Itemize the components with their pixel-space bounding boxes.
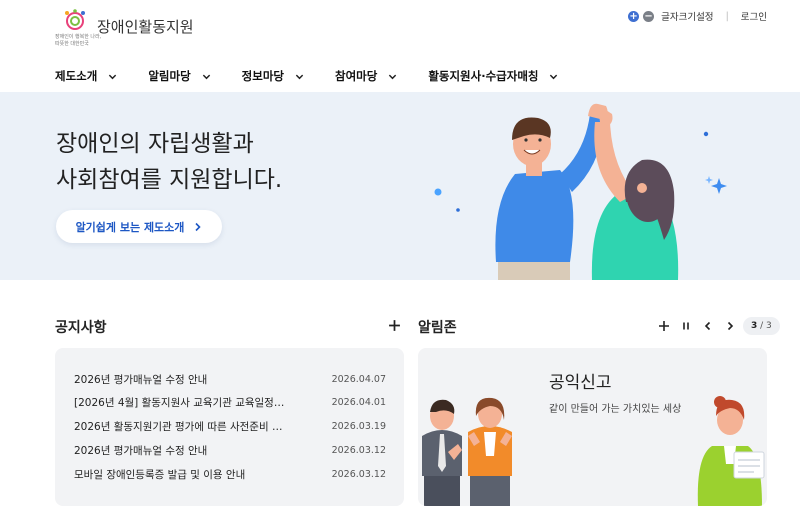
slide-pager: 3 / 3 [743,317,780,335]
prev-slide-button[interactable] [699,317,717,335]
pause-icon [683,322,689,330]
notice-list: 2026년 평가매뉴얼 수정 안내 2026.04.07 [2026년 4월] … [55,348,404,506]
chevron-down-icon [550,74,558,79]
chevron-down-icon [109,74,117,79]
hero-title: 장애인의 자립생활과 사회참여를 지원합니다. [56,126,376,198]
logo-slogan-line1: 장애인이 행복한 나라, [55,34,102,40]
hero-title-line2: 사회참여를 지원합니다. [56,167,283,193]
nav-item-intro[interactable]: 제도소개 [55,63,117,89]
next-slide-button[interactable] [721,317,739,335]
notice-item-date: 2026.04.07 [331,373,386,385]
notice-item-title: [2026년 4월] 활동지원사 교육기관 교육일정… [74,396,285,409]
logo-slogan-line2: 따뜻한 대한민국 [55,41,89,47]
chevron-down-icon [202,74,210,79]
font-decrease-button[interactable]: − [643,10,655,22]
pager-total: 3 [766,321,772,331]
notice-item[interactable]: [2026년 4월] 활동지원사 교육기관 교육일정… 2026.04.01 [74,394,386,410]
alert-zone-controls: 3 / 3 [655,317,780,335]
nav-item-matching[interactable]: 활동지원사·수급자매칭 [428,63,558,89]
nav-item-label: 알림마당 [148,69,191,83]
alert-more-button[interactable] [655,317,673,335]
nav-item-label: 정보마당 [241,69,284,83]
presenter-illustration [697,396,765,506]
alert-card-description: 같이 만들어 가는 가치있는 세상 [549,404,682,415]
alert-card-title: 공익신고 [549,373,612,393]
font-size-label: 글자크기설정 [661,12,714,23]
notice-item-date: 2026.03.12 [331,468,386,480]
high-five-illustration [434,103,727,280]
nav-item-label: 제도소개 [55,69,98,83]
alert-zone-title: 알림존 [418,320,457,336]
logo-mark-icon [65,9,85,30]
notice-item[interactable]: 2026년 평가매뉴얼 수정 안내 2026.04.07 [74,371,386,387]
notice-item-date: 2026.03.19 [331,420,386,432]
logo-text: 장애인활동지원 [97,18,194,36]
notice-item-title: 모바일 장애인등록증 발급 및 이용 안내 [74,468,246,481]
intro-guide-button-label: 알기쉽게 보는 제도소개 [75,220,185,234]
chevron-right-icon [195,222,202,231]
nav-item-info[interactable]: 정보마당 [242,63,304,89]
notice-item-title: 2026년 활동지원기관 평가에 따른 사전준비 … [74,420,283,433]
hero-banner: 장애인의 자립생활과 사회참여를 지원합니다. 알기쉽게 보는 제도소개 [0,92,800,280]
business-people-illustration [422,397,512,506]
notice-item-title: 2026년 평가매뉴얼 수정 안내 [74,444,208,457]
font-increase-button[interactable]: + [628,10,640,22]
chevron-down-icon [295,74,304,79]
login-link[interactable]: 로그인 [741,9,767,23]
utility-bar: + − 글자크기설정 | 로그인 [628,9,767,23]
notice-item[interactable]: 2026년 활동지원기관 평가에 따른 사전준비 … 2026.03.19 [74,418,386,434]
alert-zone-card[interactable]: 공익신고 같이 만들어 가는 가치있는 세상 [418,348,767,506]
notice-item[interactable]: 모바일 장애인등록증 발급 및 이용 안내 2026.03.12 [74,466,386,482]
notice-item[interactable]: 2026년 평가매뉴얼 수정 안내 2026.03.12 [74,442,386,458]
pager-separator: / [757,321,767,331]
nav-item-label: 참여마당 [334,69,378,83]
main-nav: 제도소개 알림마당 정보마당 참여마당 활동지원사·수급자매칭 [55,63,589,89]
intro-guide-button[interactable]: 알기쉽게 보는 제도소개 [56,210,222,243]
notice-title: 공지사항 [55,320,107,336]
chevron-down-icon [389,74,397,79]
notice-item-title: 2026년 평가매뉴얼 수정 안내 [74,373,208,386]
site-header: 장애인이 행복한 나라, 따뜻한 대한민국 장애인활동지원 + − 글자크기설정… [0,0,800,92]
utility-divider: | [725,10,729,22]
hero-title-line1: 장애인의 자립생활과 [56,131,254,157]
chevron-right-icon [727,321,734,331]
notice-item-date: 2026.03.12 [331,444,386,456]
plus-icon [659,321,669,331]
nav-item-label: 활동지원사·수급자매칭 [428,69,539,83]
site-logo[interactable]: 장애인이 행복한 나라, 따뜻한 대한민국 장애인활동지원 [55,6,195,52]
notice-more-plus-icon[interactable] [388,319,401,332]
chevron-left-icon [704,321,711,331]
pause-button[interactable] [677,317,695,335]
nav-item-notice[interactable]: 알림마당 [148,63,210,89]
notice-item-date: 2026.04.01 [331,396,386,408]
nav-item-participation[interactable]: 참여마당 [335,63,397,89]
